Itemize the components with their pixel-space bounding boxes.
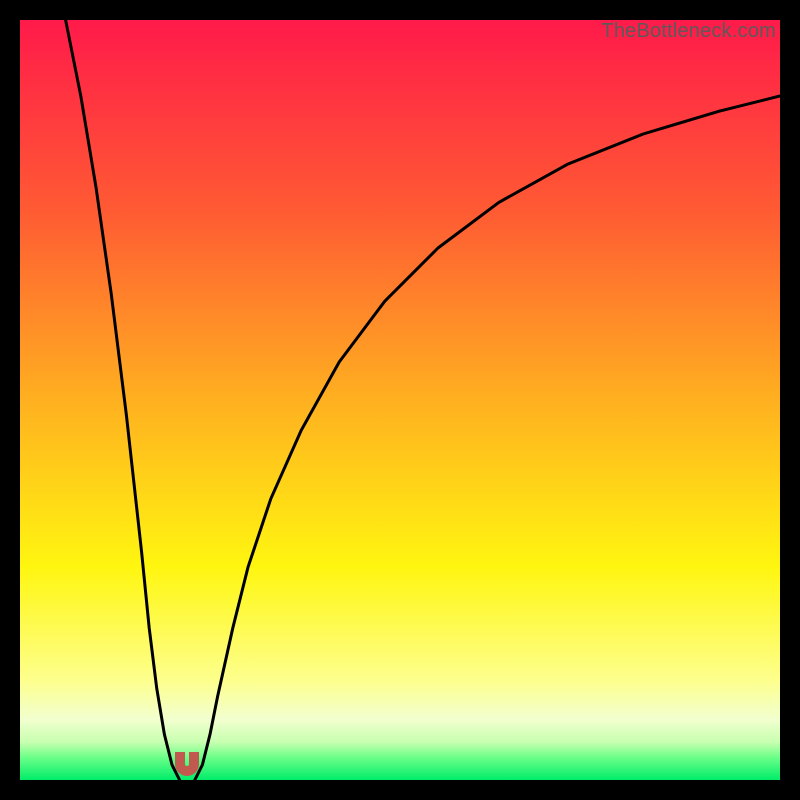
outer-frame: TheBottleneck.com — [0, 0, 800, 800]
optimal-point-marker — [175, 752, 199, 776]
watermark-text: TheBottleneck.com — [601, 20, 776, 43]
plot-area: TheBottleneck.com — [20, 20, 780, 780]
bottleneck-curve — [20, 20, 780, 780]
